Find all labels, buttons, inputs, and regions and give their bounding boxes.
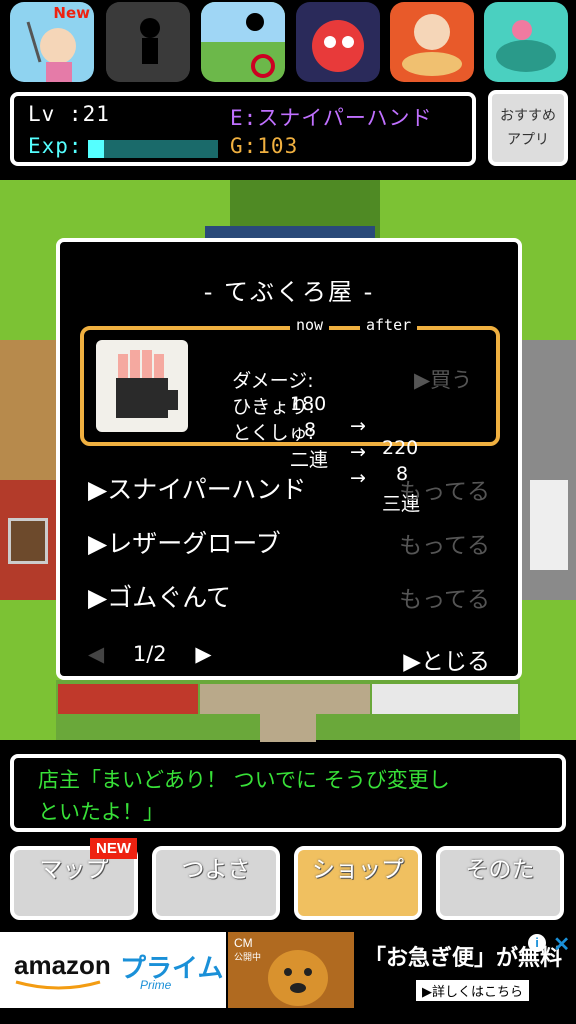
shop-item-leather-glove[interactable]: ▶レザーグローブ — [88, 524, 281, 560]
stat-arrow: → — [350, 441, 366, 463]
shop-item-rubber-glove[interactable]: ▶ゴムぐんて — [88, 578, 231, 614]
ad-close-icon[interactable]: ✕ — [553, 932, 570, 957]
runner-icon — [106, 2, 190, 82]
scene-tile-floor — [372, 684, 518, 714]
stat-arrow: → — [350, 415, 366, 437]
dragon-icon — [312, 20, 364, 72]
now-label: now — [290, 316, 330, 334]
scene-stone-floor — [200, 684, 370, 714]
stat-now: 二連 — [290, 449, 329, 471]
unicycle-icon — [201, 2, 285, 78]
after-label: after — [360, 316, 418, 334]
item-detail-box: now after ダメージ: 180 → 220 ひきょり: 8 → 8 とく… — [80, 316, 500, 515]
new-badge: NEW — [90, 838, 137, 859]
nav-shop-button[interactable]: ショップ — [294, 846, 422, 920]
nav-stats-button[interactable]: つよさ — [152, 846, 280, 920]
app-icon-6[interactable] — [484, 2, 568, 82]
ad-details-button[interactable]: ▶詳しくはこちら — [416, 980, 529, 1001]
app-icon-5[interactable] — [390, 2, 474, 82]
stat-after: 220 — [382, 437, 419, 459]
ball-icon — [496, 20, 556, 72]
app-icon-4[interactable] — [296, 2, 380, 82]
fingerless-glove-icon — [116, 350, 178, 418]
dog-icon — [268, 950, 328, 1006]
nav-other-button[interactable]: そのた — [436, 846, 564, 920]
exp-bar-fill — [88, 140, 104, 158]
app-icon-3[interactable] — [201, 2, 285, 82]
shop-dialog: - てぶくろ屋 - now after ダメージ: 180 → 220 ひきょり… — [56, 238, 522, 680]
ad-prime-sub: Prime — [140, 978, 172, 992]
ad-amazon-section[interactable]: amazon プライム Prime — [0, 932, 226, 1008]
recommended-apps-line1: おすすめ — [500, 108, 556, 124]
recommended-apps-button[interactable]: おすすめ アプリ — [488, 90, 568, 166]
gold-amount: G:103 — [230, 134, 299, 158]
exp-bar — [88, 140, 218, 158]
owned-status: もってる — [399, 479, 490, 505]
amazon-smile-icon — [15, 980, 101, 990]
scene-path — [260, 712, 316, 742]
ad-info-icon[interactable]: i — [528, 934, 546, 952]
ad-text-section[interactable]: 「お急ぎ便」が無料 ▶詳しくはこちら i ✕ — [356, 932, 576, 1008]
shop-item-sniper-hand[interactable]: ▶スナイパーハンド — [88, 470, 306, 506]
ad-cm-sub: 公開中 — [234, 953, 262, 963]
message-line-2: といたよ！」 — [38, 800, 164, 824]
owned-status: もってる — [399, 533, 490, 559]
granny-icon — [402, 14, 462, 76]
ad-prime-text: プライム — [120, 954, 224, 984]
glove-icon — [96, 340, 188, 432]
exp-label: Exp: — [28, 134, 83, 158]
page-indicator: 1/2 — [132, 642, 167, 666]
app-new-badge: New — [53, 4, 90, 22]
buy-button[interactable]: ▶買う — [414, 364, 472, 394]
pager: ◀ 1/2 ▶ — [88, 642, 211, 666]
ad-dog-image: CM 公開中 — [228, 932, 354, 1008]
stat-name: とくしゅ: — [232, 422, 315, 444]
app-icon-2[interactable] — [106, 2, 190, 82]
app-icon-1[interactable]: New — [10, 2, 94, 82]
equipped-item: E:スナイパーハンド — [230, 106, 433, 130]
scene-window — [8, 518, 48, 564]
scene-brick-floor — [58, 684, 198, 714]
ad-cm-label: CM — [234, 936, 253, 950]
stat-arrow: → — [350, 467, 366, 489]
owned-status: もってる — [399, 587, 490, 613]
ad-amazon-logo: amazon — [14, 950, 111, 980]
player-status-panel: Lv :21 Exp: E:スナイパーハンド G:103 — [10, 92, 476, 166]
level-label: Lv :21 — [28, 102, 110, 126]
scene-house-right-door — [530, 480, 568, 570]
recommended-apps-line2: アプリ — [507, 132, 549, 148]
prev-page-button[interactable]: ◀ — [88, 642, 104, 666]
app-promo-row: New — [0, 0, 576, 86]
message-line-1: 店主「まいどあり！ ついでに そうび変更し — [38, 768, 450, 792]
stat-row-special: とくしゅ: 二連 → 三連 — [196, 396, 420, 533]
close-button[interactable]: ▶とじる — [403, 642, 490, 676]
next-page-button[interactable]: ▶ — [195, 642, 211, 666]
message-box: 店主「まいどあり！ ついでに そうび変更し といたよ！」 — [10, 754, 566, 832]
shop-title: - てぶくろ屋 - — [203, 278, 375, 306]
